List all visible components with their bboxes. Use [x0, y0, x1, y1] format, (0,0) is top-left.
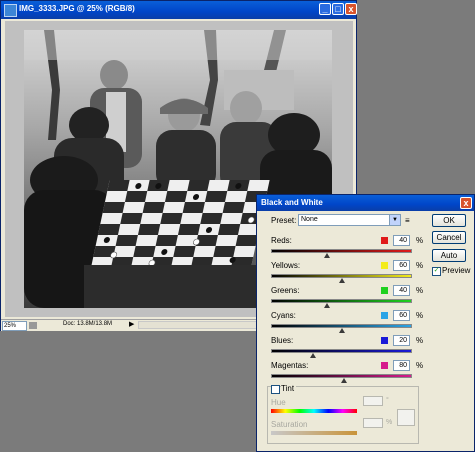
channel-slider-thumb[interactable]	[324, 303, 331, 308]
channel-label: Yellows:	[271, 261, 301, 270]
hue-slider[interactable]	[271, 409, 357, 413]
channel-label: Magentas:	[271, 361, 309, 370]
hue-label: Hue	[271, 398, 286, 407]
channel-row: Yellows: 60%	[257, 260, 427, 287]
hue-field[interactable]	[363, 396, 383, 406]
preset-dropdown[interactable]: None ▼	[298, 214, 401, 226]
channel-row: Greens: 40%	[257, 285, 427, 312]
document-titlebar[interactable]: IMG_3333.JPG @ 25% (RGB/8) _ □ x	[1, 1, 357, 19]
channel-percent-unit: %	[416, 236, 424, 245]
preset-label: Preset:	[271, 216, 297, 225]
saturation-field[interactable]	[363, 418, 383, 428]
channel-percent-unit: %	[416, 311, 424, 320]
channel-value-field[interactable]: 80	[393, 360, 410, 371]
minimize-button[interactable]: _	[319, 3, 331, 15]
tint-checkbox[interactable]	[271, 385, 280, 394]
document-size: Doc: 13.8M/13.8M	[63, 321, 113, 327]
tint-label: Tint	[281, 384, 297, 393]
close-button[interactable]: x	[345, 3, 357, 15]
channel-label: Reds:	[271, 236, 292, 245]
hue-unit: °	[386, 397, 389, 404]
channel-row: Cyans: 60%	[257, 310, 427, 337]
tint-color-swatch[interactable]	[397, 409, 415, 426]
channel-slider-thumb[interactable]	[341, 378, 348, 383]
channel-label: Blues:	[271, 336, 294, 345]
dialog-close-button[interactable]: x	[460, 197, 472, 209]
channel-value-field[interactable]: 60	[393, 260, 410, 271]
channel-color-swatch	[381, 262, 388, 269]
channel-slider-thumb[interactable]	[338, 278, 345, 283]
channel-color-swatch	[381, 237, 388, 244]
saturation-unit: %	[386, 419, 393, 426]
channel-slider-track[interactable]	[271, 299, 412, 303]
saturation-slider[interactable]	[271, 431, 357, 435]
saturation-label: Saturation	[271, 420, 308, 429]
channel-slider-track[interactable]	[271, 249, 412, 253]
channel-label: Cyans:	[271, 311, 296, 320]
channel-value-field[interactable]: 40	[393, 285, 410, 296]
maximize-button[interactable]: □	[332, 3, 344, 15]
channel-slider-thumb[interactable]	[310, 353, 317, 358]
preset-options-icon[interactable]: ≡	[405, 216, 410, 225]
channel-label: Greens:	[271, 286, 300, 295]
status-info-icon[interactable]	[29, 322, 37, 329]
ok-button[interactable]: OK	[432, 214, 466, 227]
cancel-button[interactable]: Cancel	[432, 231, 466, 244]
channel-value-field[interactable]: 20	[393, 335, 410, 346]
status-menu-arrow-icon[interactable]: ▶	[129, 320, 134, 328]
channel-color-swatch	[381, 287, 388, 294]
dialog-titlebar[interactable]: Black and White x	[257, 195, 474, 211]
channel-slider-thumb[interactable]	[324, 253, 331, 258]
channel-slider-track[interactable]	[271, 349, 412, 353]
channel-percent-unit: %	[416, 261, 424, 270]
preview-label: Preview	[442, 266, 471, 275]
auto-button[interactable]: Auto	[432, 249, 466, 262]
dialog-title: Black and White	[261, 198, 323, 207]
channel-percent-unit: %	[416, 286, 424, 295]
channel-color-swatch	[381, 337, 388, 344]
preset-value: None	[301, 216, 318, 223]
channel-value-field[interactable]: 40	[393, 235, 410, 246]
document-title: IMG_3333.JPG @ 25% (RGB/8)	[19, 4, 135, 13]
black-and-white-dialog: Black and White x Preset: None ▼ ≡ OK Ca…	[256, 194, 475, 452]
channel-color-swatch	[381, 362, 388, 369]
channel-color-swatch	[381, 312, 388, 319]
preview-checkbox[interactable]: ✓	[432, 267, 441, 276]
channel-percent-unit: %	[416, 336, 424, 345]
zoom-field[interactable]: 25%	[2, 321, 27, 331]
channel-percent-unit: %	[416, 361, 424, 370]
chevron-down-icon[interactable]: ▼	[389, 215, 400, 225]
photoshop-document-icon	[4, 4, 17, 17]
channel-value-field[interactable]: 60	[393, 310, 410, 321]
channel-row: Reds: 40%	[257, 235, 427, 262]
channel-slider-thumb[interactable]	[338, 328, 345, 333]
channel-row: Blues: 20%	[257, 335, 427, 362]
